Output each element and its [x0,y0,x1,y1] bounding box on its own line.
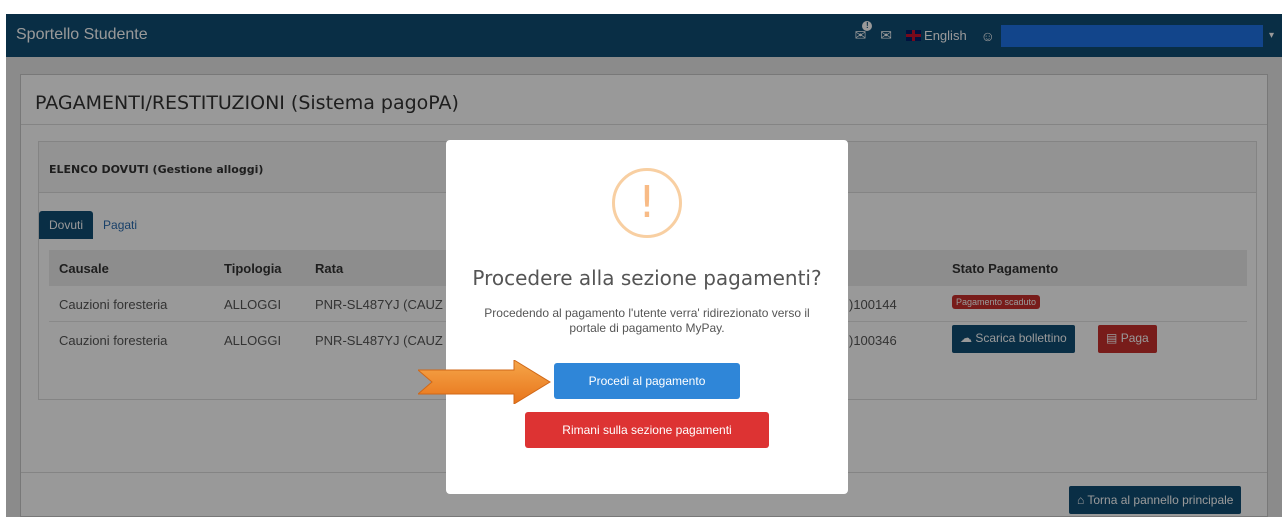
stay-on-payments-button[interactable]: Rimani sulla sezione pagamenti [525,412,769,448]
confirm-payment-dialog: ! Procedere alla sezione pagamenti? Proc… [446,140,848,494]
orange-arrow-annotation [418,360,551,404]
warning-icon: ! [612,168,682,238]
dialog-title: Procedere alla sezione pagamenti? [472,266,822,290]
dialog-message: Procedendo al pagamento l'utente verra' … [484,306,810,335]
proceed-to-payment-button[interactable]: Procedi al pagamento [554,363,740,399]
